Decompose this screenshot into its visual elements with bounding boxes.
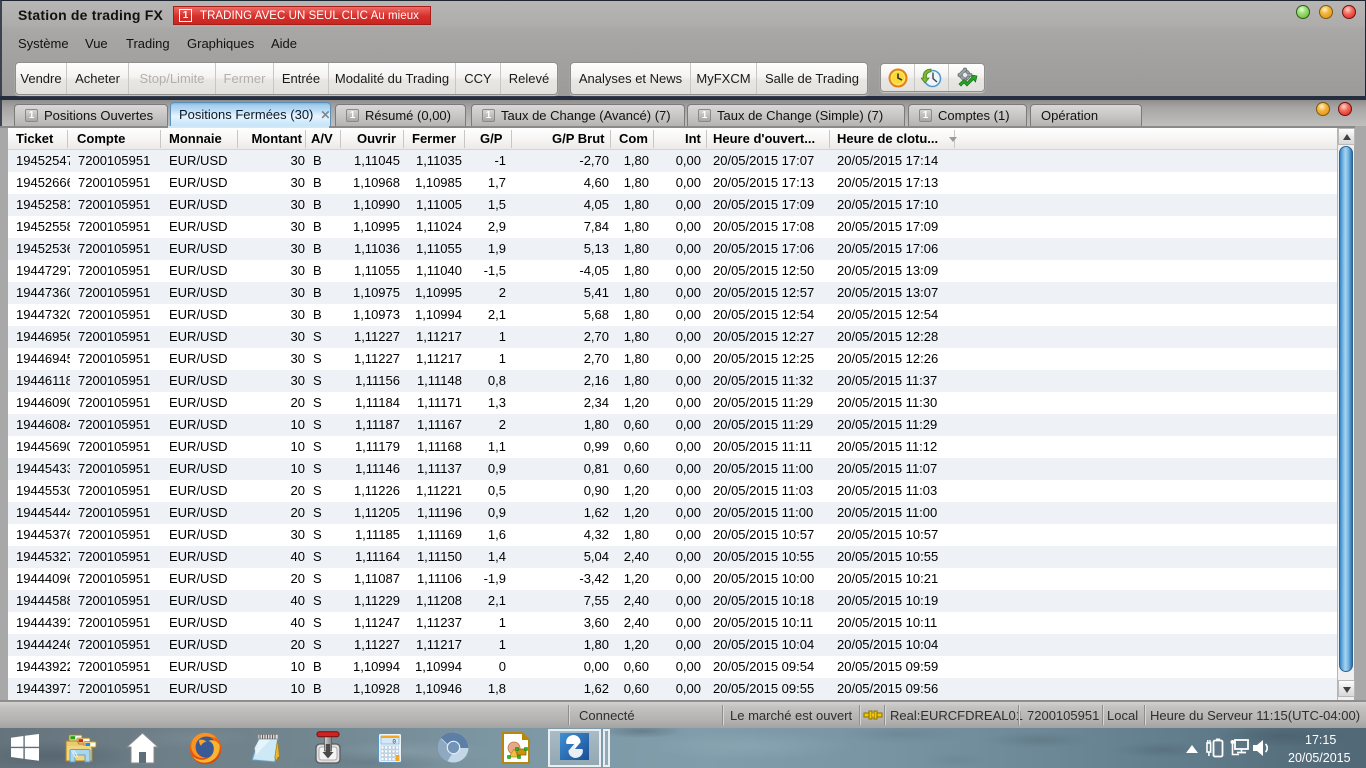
svg-text:0: 0: [392, 739, 396, 746]
